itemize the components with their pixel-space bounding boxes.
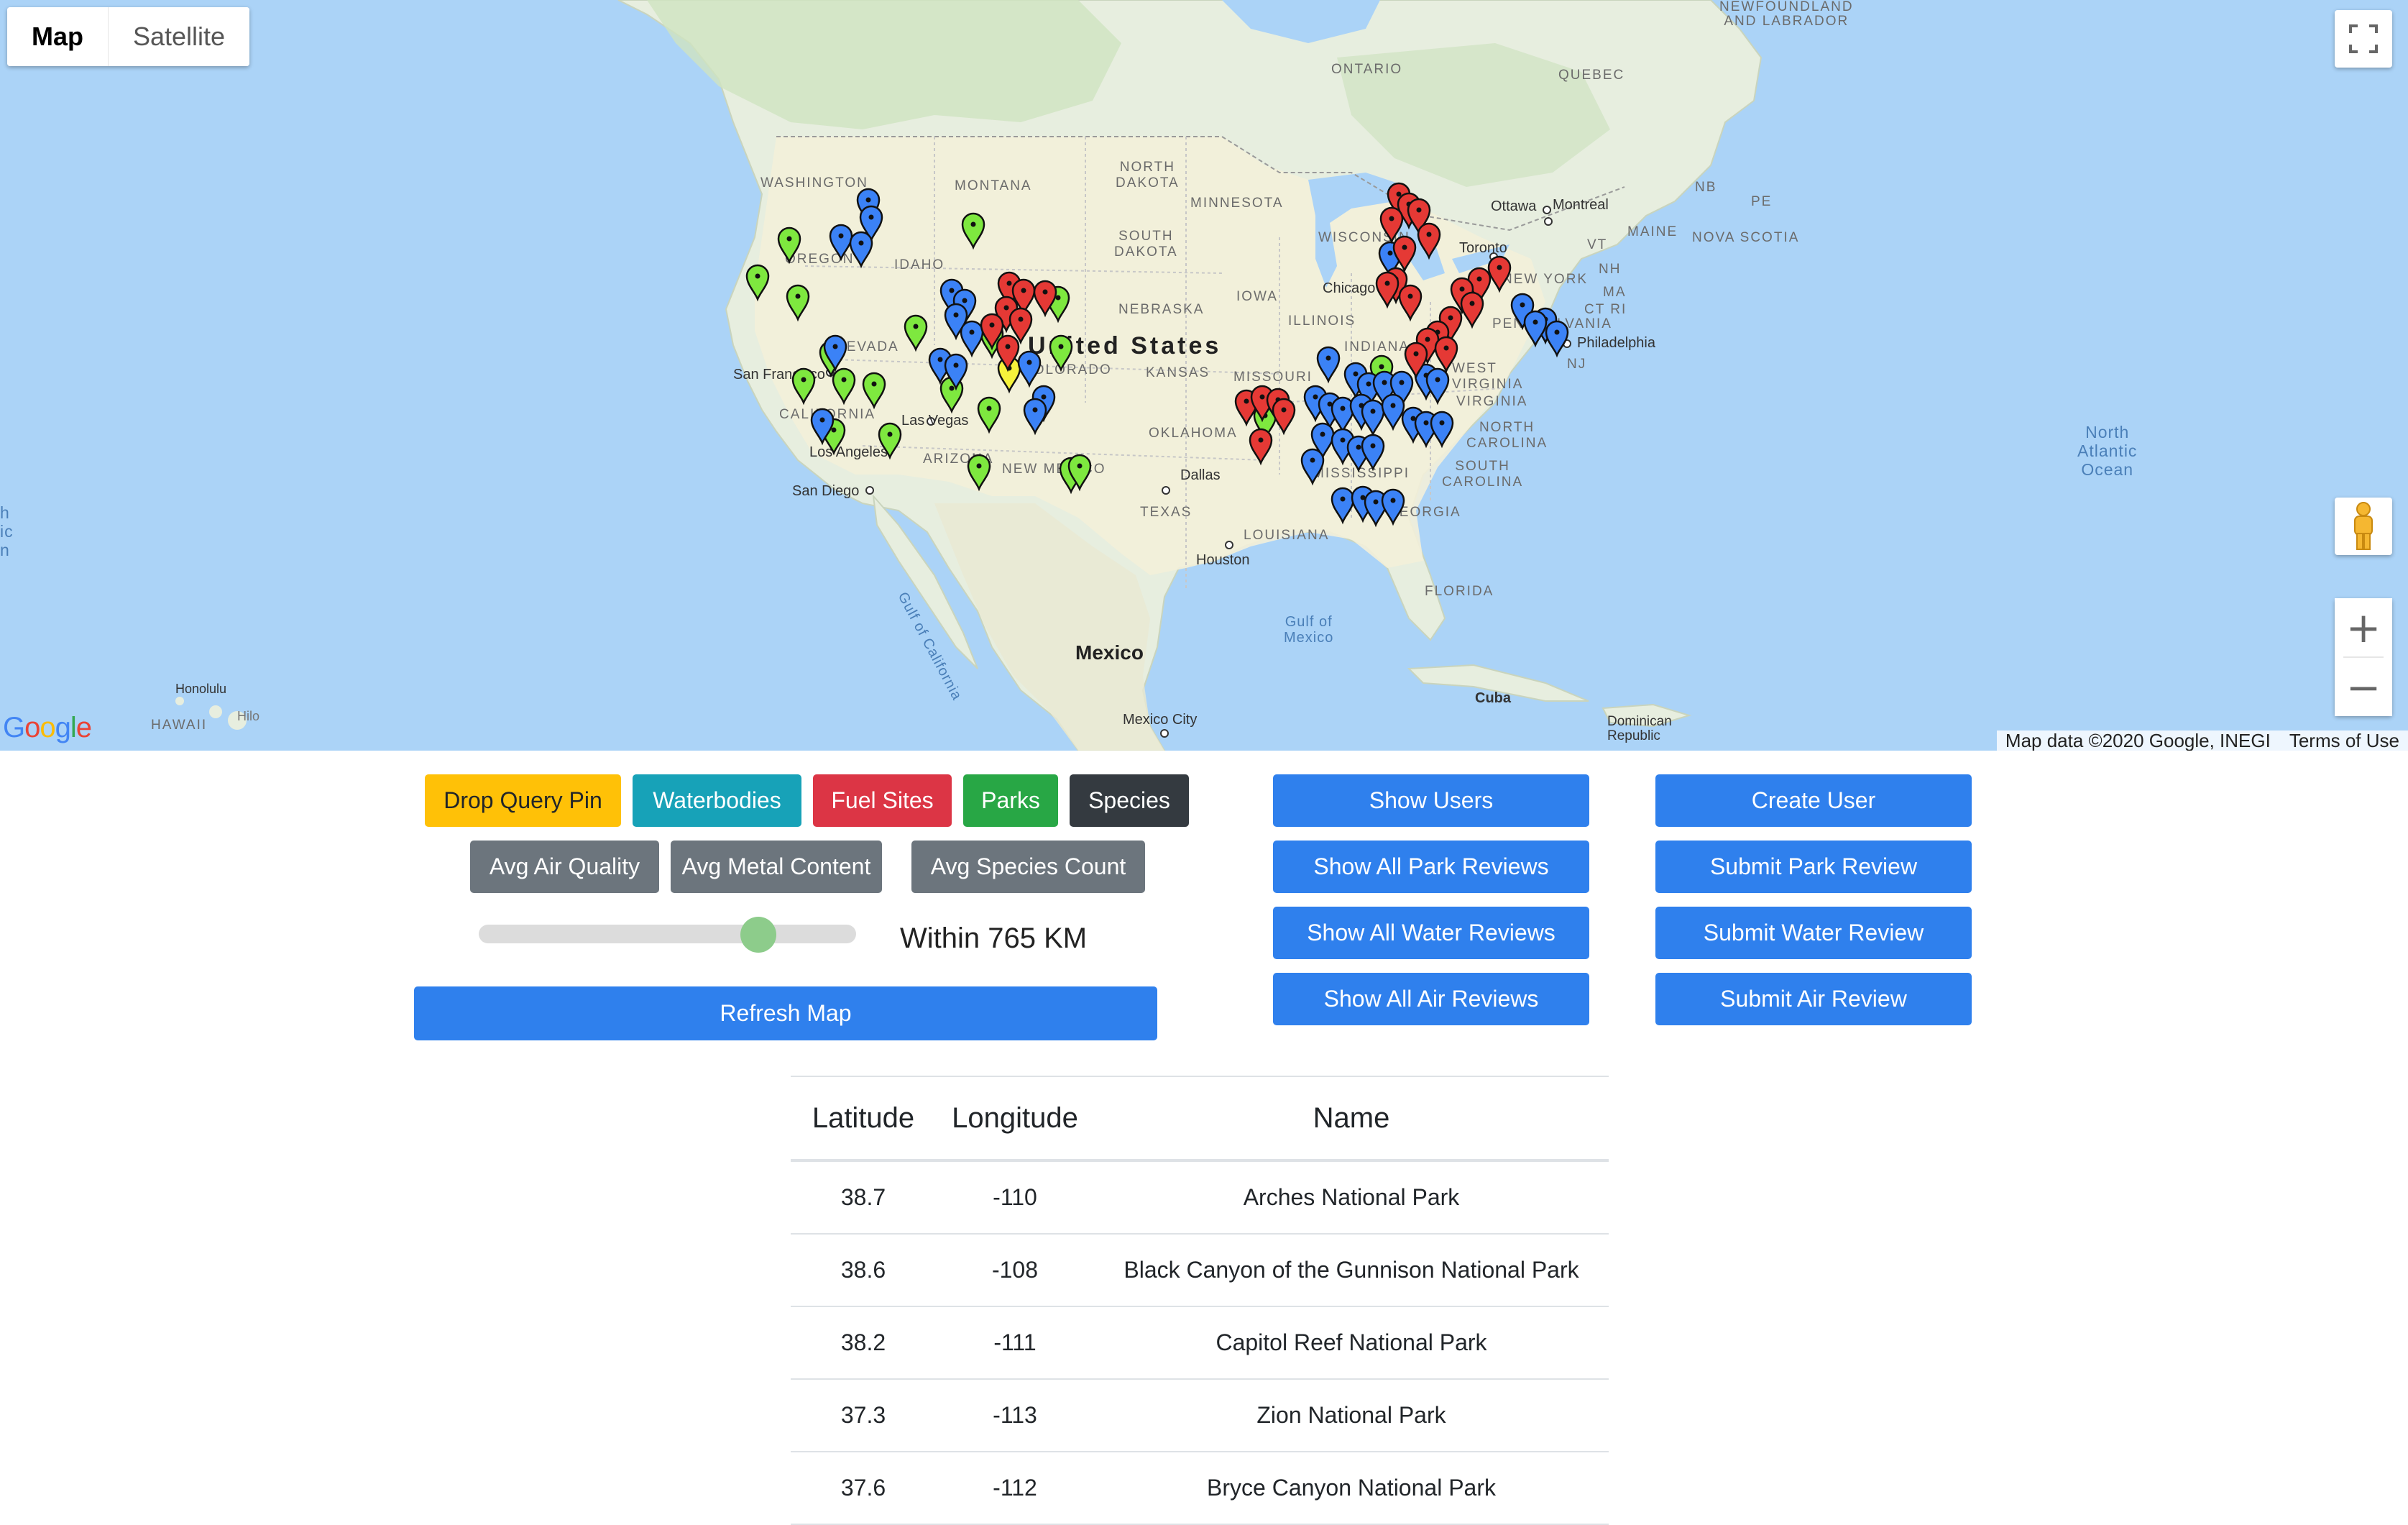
- submit-water-review-button[interactable]: Submit Water Review: [1655, 907, 1972, 959]
- blue-map-marker[interactable]: [849, 231, 873, 269]
- cell-name: Black Canyon of the Gunnison National Pa…: [1094, 1234, 1609, 1307]
- green-map-marker[interactable]: [745, 264, 770, 302]
- cell-latitude: 37.3: [791, 1379, 936, 1452]
- refresh-map-button[interactable]: Refresh Map: [414, 986, 1157, 1040]
- fullscreen-icon: [2349, 24, 2378, 53]
- table-row: 37.6 -112 Bryce Canyon National Park: [791, 1452, 1609, 1525]
- red-map-marker[interactable]: [1249, 428, 1273, 466]
- header-latitude: Latitude: [791, 1076, 936, 1162]
- green-map-marker[interactable]: [1049, 334, 1073, 372]
- blue-map-marker[interactable]: [1017, 350, 1042, 388]
- red-map-marker[interactable]: [1417, 222, 1441, 260]
- blue-map-marker[interactable]: [1331, 487, 1355, 525]
- map-attribution: Map data ©2020 Google, INEGI Terms of Us…: [1996, 729, 2408, 751]
- google-logo[interactable]: Google: [3, 712, 92, 744]
- show-users-button[interactable]: Show Users: [1273, 774, 1589, 827]
- blue-map-marker[interactable]: [1316, 346, 1341, 384]
- table-row: 38.2 -111 Capitol Reef National Park: [791, 1306, 1609, 1380]
- show-all-air-reviews-button[interactable]: Show All Air Reviews: [1273, 973, 1589, 1025]
- cell-latitude: 38.2: [791, 1306, 936, 1380]
- cell-longitude: -112: [936, 1452, 1094, 1525]
- terms-of-use-link[interactable]: Terms of Use: [2289, 730, 2399, 751]
- blue-map-marker[interactable]: [1545, 320, 1569, 358]
- fuel-sites-button[interactable]: Fuel Sites: [813, 774, 952, 827]
- green-map-marker[interactable]: [777, 226, 801, 265]
- cell-longitude: -110: [936, 1160, 1094, 1235]
- cell-latitude: 38.7: [791, 1160, 936, 1235]
- species-button[interactable]: Species: [1070, 774, 1189, 827]
- cell-latitude: 38.6: [791, 1234, 936, 1307]
- distance-slider-thumb[interactable]: [740, 917, 776, 953]
- street-view-pegman-icon: [2354, 502, 2373, 550]
- cell-name: Zion National Park: [1094, 1379, 1609, 1452]
- blue-map-marker[interactable]: [1430, 411, 1454, 449]
- blue-map-marker[interactable]: [1425, 367, 1450, 406]
- red-map-marker[interactable]: [1460, 291, 1484, 329]
- map-canvas[interactable]: ONTARIO QUEBEC WASHINGTON MONTANA NORTH …: [0, 0, 2408, 751]
- blue-map-marker[interactable]: [1300, 448, 1325, 486]
- red-map-marker[interactable]: [1487, 255, 1512, 293]
- blue-map-marker[interactable]: [1381, 488, 1405, 526]
- results-table: Latitude Longitude Name 38.7 -110 Arches…: [791, 1076, 1609, 1525]
- blue-map-marker[interactable]: [1023, 398, 1047, 436]
- map-type-satellite-button[interactable]: Satellite: [109, 7, 250, 66]
- waterbodies-button[interactable]: Waterbodies: [633, 774, 801, 827]
- show-all-water-reviews-button[interactable]: Show All Water Reviews: [1273, 907, 1589, 959]
- zoom-in-button[interactable]: +: [2335, 598, 2392, 656]
- create-user-button[interactable]: Create User: [1655, 774, 1972, 827]
- cell-longitude: -108: [936, 1234, 1094, 1307]
- blue-map-marker[interactable]: [1361, 434, 1385, 472]
- avg-species-count-button[interactable]: Avg Species Count: [911, 841, 1145, 893]
- green-map-marker[interactable]: [832, 367, 856, 406]
- cell-longitude: -111: [936, 1306, 1094, 1380]
- red-map-marker[interactable]: [1434, 336, 1458, 374]
- zoom-control: + −: [2335, 598, 2392, 716]
- green-map-marker[interactable]: [786, 284, 810, 322]
- blue-map-marker[interactable]: [1361, 399, 1385, 437]
- header-longitude: Longitude: [936, 1076, 1094, 1162]
- header-name: Name: [1094, 1076, 1609, 1162]
- parks-button[interactable]: Parks: [963, 774, 1058, 827]
- red-map-marker[interactable]: [1379, 206, 1404, 244]
- distance-slider-label: Within 765 KM: [900, 922, 1088, 954]
- red-map-marker[interactable]: [1272, 398, 1296, 436]
- avg-air-quality-button[interactable]: Avg Air Quality: [470, 841, 659, 893]
- cell-longitude: -113: [936, 1379, 1094, 1452]
- drop-query-pin-button[interactable]: Drop Query Pin: [425, 774, 621, 827]
- table-row: 38.6 -108 Black Canyon of the Gunnison N…: [791, 1234, 1609, 1307]
- green-map-marker[interactable]: [878, 422, 902, 460]
- street-view-button[interactable]: [2335, 498, 2392, 555]
- avg-metal-content-button[interactable]: Avg Metal Content: [671, 841, 882, 893]
- green-map-marker[interactable]: [904, 314, 928, 352]
- map-data-credit: Map data ©2020 Google, INEGI: [2005, 729, 2271, 751]
- submit-park-review-button[interactable]: Submit Park Review: [1655, 841, 1972, 893]
- map-markers-layer: [745, 182, 1569, 528]
- green-map-marker[interactable]: [862, 372, 886, 410]
- blue-map-marker[interactable]: [1523, 310, 1548, 348]
- map-type-control: Map Satellite: [7, 7, 250, 66]
- blue-map-marker[interactable]: [1381, 393, 1405, 431]
- table-row: 38.7 -110 Arches National Park: [791, 1160, 1609, 1235]
- cell-name: Arches National Park: [1094, 1160, 1609, 1235]
- green-map-marker[interactable]: [961, 212, 985, 250]
- green-map-marker[interactable]: [967, 454, 991, 492]
- table-header-row: Latitude Longitude Name: [791, 1076, 1609, 1162]
- distance-slider-track[interactable]: [479, 925, 856, 943]
- green-map-marker[interactable]: [977, 396, 1001, 434]
- cell-name: Capitol Reef National Park: [1094, 1306, 1609, 1380]
- submit-air-review-button[interactable]: Submit Air Review: [1655, 973, 1972, 1025]
- table-row: 37.3 -113 Zion National Park: [791, 1379, 1609, 1452]
- show-all-park-reviews-button[interactable]: Show All Park Reviews: [1273, 841, 1589, 893]
- fullscreen-button[interactable]: [2335, 10, 2392, 68]
- green-map-marker[interactable]: [791, 367, 816, 406]
- cell-name: Bryce Canyon National Park: [1094, 1452, 1609, 1525]
- map-type-map-button[interactable]: Map: [7, 7, 109, 66]
- blue-map-marker[interactable]: [829, 224, 853, 262]
- cell-latitude: 37.6: [791, 1452, 936, 1525]
- blue-map-marker[interactable]: [960, 320, 984, 358]
- zoom-out-button[interactable]: −: [2335, 658, 2392, 716]
- red-map-marker[interactable]: [1398, 284, 1423, 322]
